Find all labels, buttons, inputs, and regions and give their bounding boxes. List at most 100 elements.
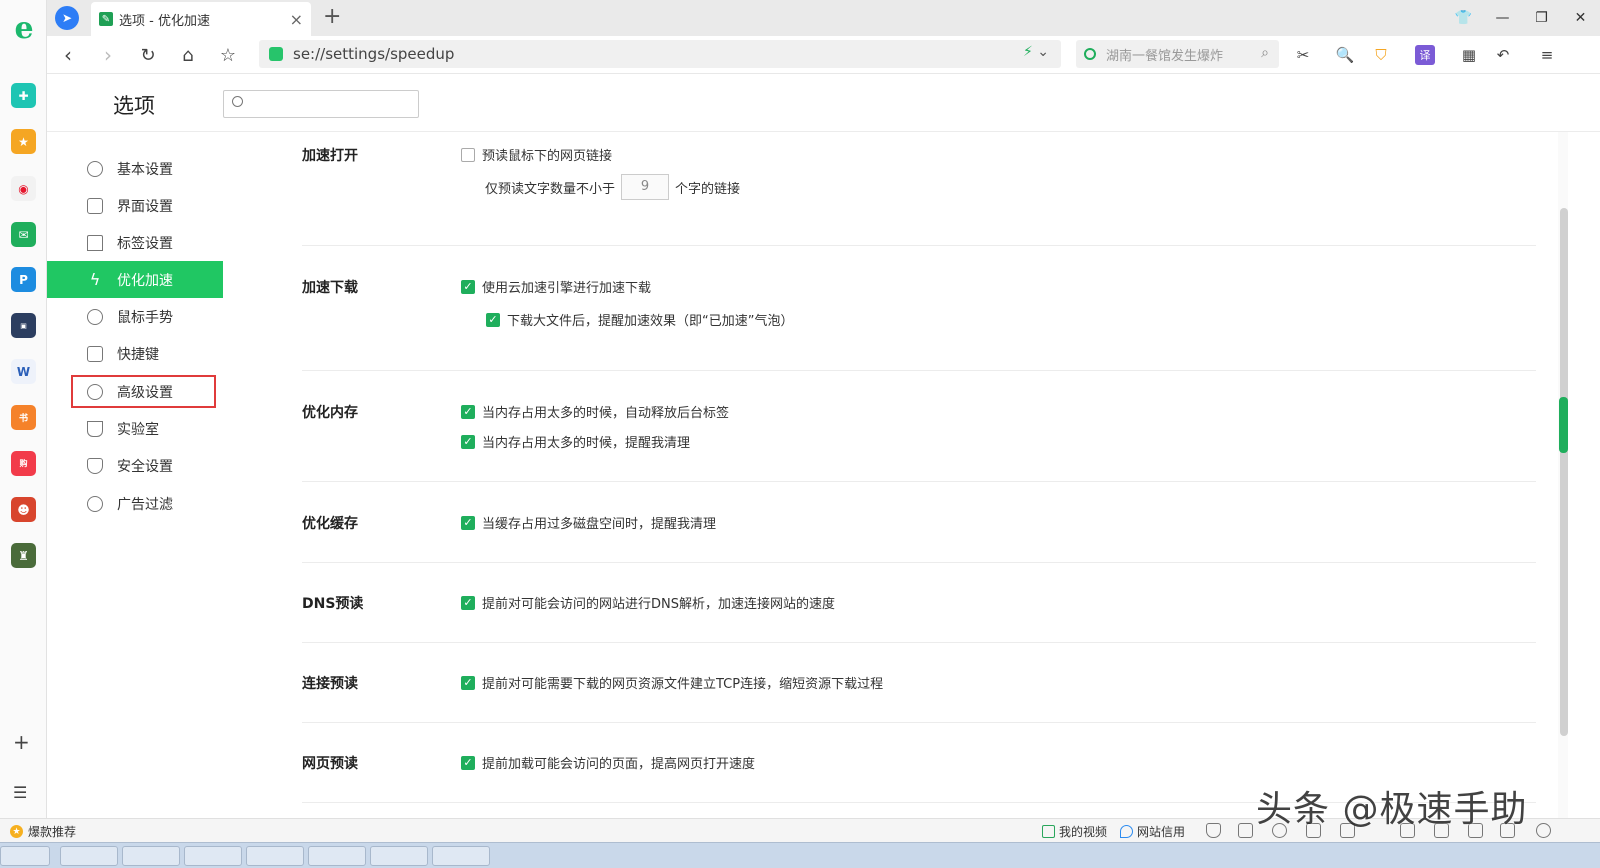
checkbox-checked[interactable]: ✓: [461, 755, 475, 770]
sidebar-item-mouse-gesture[interactable]: 鼠标手势: [47, 298, 223, 335]
taskbar-app[interactable]: [370, 846, 428, 866]
address-bar[interactable]: se://settings/speedup ⚡ ⌄: [259, 40, 1061, 68]
start-button[interactable]: [0, 846, 50, 866]
browser-logo-icon[interactable]: e: [9, 11, 39, 46]
option-label: 当内存占用太多的时候，自动释放后台标签: [482, 406, 730, 421]
my-video-link[interactable]: 我的视频: [1042, 823, 1107, 840]
option-row[interactable]: 预读鼠标下的网页链接: [461, 145, 612, 164]
url-text[interactable]: se://settings/speedup: [293, 45, 454, 63]
settings-search-input[interactable]: [250, 94, 410, 114]
sidebar-item-shortcuts[interactable]: 快捷键: [47, 335, 223, 372]
skin-icon[interactable]: 👕: [1444, 0, 1483, 36]
taskbar-app[interactable]: [246, 846, 304, 866]
taskbar-app[interactable]: [122, 846, 180, 866]
hot-recommend[interactable]: ★ 爆款推荐: [10, 823, 76, 840]
option-row[interactable]: ✓ 下载大文件后，提醒加速效果（即“已加速”气泡）: [486, 310, 793, 329]
sidebar-item-security[interactable]: 安全设置: [47, 447, 223, 484]
video-play-icon: [1042, 825, 1055, 838]
sidebar-item-interface[interactable]: 界面设置: [47, 187, 223, 224]
sidebar-item-adblock[interactable]: 广告过滤: [47, 485, 223, 522]
speed-lightning-icon[interactable]: ⚡ ⌄: [1023, 44, 1049, 60]
checkbox-checked[interactable]: ✓: [461, 404, 475, 419]
checkbox-checked[interactable]: ✓: [461, 279, 475, 294]
checkbox-checked[interactable]: ✓: [461, 675, 475, 690]
option-label: 提前加载可能会访问的页面，提高网页打开速度: [482, 757, 756, 772]
favorites-star-icon[interactable]: ★: [11, 129, 36, 154]
option-row[interactable]: ✓ 使用云加速引擎进行加速下载: [461, 277, 651, 296]
zoom-search-icon[interactable]: 🔍: [1335, 45, 1355, 65]
undo-icon[interactable]: ↶: [1493, 45, 1513, 65]
scrollbar-thumb[interactable]: [1560, 208, 1568, 736]
novel-app-icon[interactable]: 书: [11, 405, 36, 430]
vertical-scrollbar[interactable]: [1558, 132, 1568, 818]
search-engine-icon[interactable]: [1084, 48, 1096, 60]
translate-icon[interactable]: 译: [1415, 45, 1435, 65]
min-char-count-input[interactable]: 9: [621, 174, 670, 200]
back-button[interactable]: ‹: [55, 43, 81, 67]
app-p-icon[interactable]: P: [11, 267, 36, 292]
home-button[interactable]: ⌂: [175, 43, 201, 67]
app-plus-icon[interactable]: ✚: [11, 83, 36, 108]
add-app-icon[interactable]: +: [13, 730, 30, 754]
bookmark-star-button[interactable]: ☆: [215, 43, 241, 67]
taskbar-app[interactable]: [432, 846, 490, 866]
option-row[interactable]: ✓ 当内存占用太多的时候，自动释放后台标签: [461, 402, 729, 421]
keyboard-icon: [87, 345, 103, 362]
sidebar-item-label: 实验室: [117, 421, 159, 438]
restore-button[interactable]: ❐: [1522, 0, 1561, 36]
navigation-compass-icon[interactable]: ➤: [55, 6, 79, 30]
checkbox-checked[interactable]: ✓: [461, 595, 475, 610]
checkbox-checked[interactable]: ✓: [461, 515, 475, 530]
search-icon[interactable]: ⌕: [1261, 45, 1269, 61]
weibo-icon[interactable]: ◉: [11, 176, 36, 201]
game-character-icon[interactable]: ☻: [11, 497, 36, 522]
tab-close-icon[interactable]: ×: [290, 10, 303, 29]
checkbox-checked[interactable]: ✓: [486, 312, 500, 327]
taskbar-app[interactable]: [60, 846, 118, 866]
option-row[interactable]: ✓ 提前加载可能会访问的页面，提高网页打开速度: [461, 753, 755, 772]
reload-button[interactable]: ↻: [135, 43, 161, 67]
taskbar-app[interactable]: [184, 846, 242, 866]
sidebar-item-lab[interactable]: 实验室: [47, 410, 223, 447]
game-icon[interactable]: ▣: [11, 313, 36, 338]
zoom-icon[interactable]: [1536, 823, 1551, 838]
sidebar-item-speedup[interactable]: ϟ 优化加速: [47, 261, 223, 298]
checkbox-unchecked[interactable]: [461, 147, 475, 162]
flask-icon: [87, 420, 103, 437]
sidebar-item-label: 优化加速: [117, 272, 173, 289]
search-box[interactable]: 湖南一餐馆发生爆炸 ⌕: [1076, 40, 1279, 68]
game-castle-icon[interactable]: ♜: [11, 543, 36, 568]
image-icon[interactable]: [1238, 823, 1253, 838]
section-title: 优化内存: [302, 405, 358, 421]
shield-icon[interactable]: [1206, 823, 1221, 838]
search-suggestion[interactable]: 湖南一餐馆发生爆炸: [1106, 45, 1223, 64]
option-row[interactable]: ✓ 当缓存占用过多磁盘空间时，提醒我清理: [461, 513, 716, 532]
screenshot-scissors-icon[interactable]: ✂: [1293, 45, 1313, 65]
option-row[interactable]: ✓ 当内存占用太多的时候，提醒我清理: [461, 432, 690, 451]
block-icon: [87, 495, 103, 512]
menu-icon[interactable]: ≡: [1537, 45, 1557, 65]
list-menu-icon[interactable]: ☰: [13, 783, 27, 802]
shop-app-icon[interactable]: 购: [11, 451, 36, 476]
taskbar-app[interactable]: [308, 846, 366, 866]
option-row[interactable]: ✓ 提前对可能会访问的网站进行DNS解析，加速连接网站的速度: [461, 593, 835, 612]
new-tab-button[interactable]: +: [323, 4, 341, 29]
lightning-icon: ϟ: [89, 269, 101, 289]
section-accelerate-download: 加速下载 ✓ 使用云加速引擎进行加速下载 ✓ 下载大文件后，提醒加速效果（即“已…: [302, 246, 1536, 371]
sidebar-item-tabs[interactable]: 标签设置: [47, 224, 223, 261]
settings-search[interactable]: [223, 90, 419, 118]
option-row[interactable]: ✓ 提前对可能需要下载的网页资源文件建立TCP连接，缩短资源下载过程: [461, 673, 883, 692]
coupon-shield-icon[interactable]: ⛉: [1371, 45, 1391, 65]
sidebar-item-basic[interactable]: 基本设置: [47, 150, 223, 187]
site-credit-link[interactable]: 网站信用: [1120, 823, 1185, 840]
tab-settings[interactable]: ✎ 选项 - 优化加速 ×: [91, 2, 311, 36]
mail-icon[interactable]: ✉: [11, 222, 36, 247]
option-label: 使用云加速引擎进行加速下载: [482, 281, 652, 296]
apps-grid-icon[interactable]: ▦: [1459, 45, 1479, 65]
close-window-button[interactable]: ✕: [1561, 0, 1600, 36]
section-dns-prefetch: DNS预读 ✓ 提前对可能会访问的网站进行DNS解析，加速连接网站的速度: [302, 563, 1536, 643]
forward-button[interactable]: ›: [95, 43, 121, 67]
checkbox-checked[interactable]: ✓: [461, 434, 475, 449]
word-doc-icon[interactable]: W: [11, 359, 36, 384]
minimize-button[interactable]: —: [1483, 0, 1522, 36]
